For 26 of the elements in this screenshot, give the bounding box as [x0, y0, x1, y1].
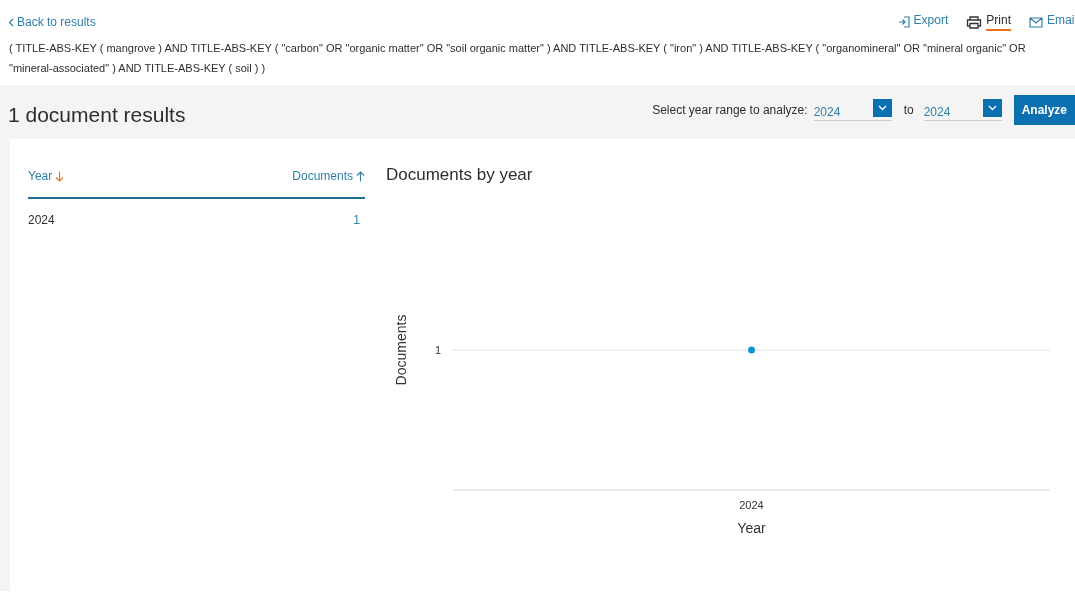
chevron-left-icon [8, 17, 14, 27]
to-year-select[interactable]: 2024 [923, 99, 1002, 121]
range-separator: to [903, 103, 914, 117]
x-axis-title: Year [737, 520, 766, 536]
action-link[interactable]: Print [966, 13, 1011, 31]
action-link[interactable]: Export [897, 13, 949, 31]
x-tick-label: 2024 [739, 499, 764, 511]
table-cell-text: 1 [353, 213, 361, 227]
column-header[interactable]: Documents [292, 169, 365, 183]
data-point [748, 346, 755, 354]
envelope-icon [1029, 16, 1043, 28]
dropdown-icon [872, 99, 892, 117]
results-title: 1 document results [8, 102, 186, 127]
y-axis-title: Documents [393, 314, 409, 386]
printer-icon [966, 15, 983, 29]
analyze-button[interactable]: Analyze [1013, 95, 1075, 125]
column-header[interactable]: Year [28, 169, 65, 183]
year-range-label: Select year range to analyze: [652, 103, 808, 117]
from-year-select[interactable]: 2024 [813, 99, 892, 121]
export-icon [897, 16, 910, 28]
search-query: ( TITLE-ABS-KEY ( mangrove ) AND TITLE-ABS-KEY ( "carbon" OR "organic matter" OR "soil organic matter" ) AND TITLE-ABS-KEY ( "iron" ) AND TITLE-ABS-KEY ( "organomineral" OR "mineral organic" OR "mineral-associated" ) AND TITLE-ABS-KEY ( soil ) ) [9, 41, 1027, 76]
back-link[interactable]: Back to results [8, 15, 96, 29]
y-tick-label: 1 [434, 344, 441, 356]
dropdown-icon [982, 99, 1002, 117]
chart-title: Documents by year [386, 165, 534, 185]
table-cell: 2024 [28, 213, 55, 227]
